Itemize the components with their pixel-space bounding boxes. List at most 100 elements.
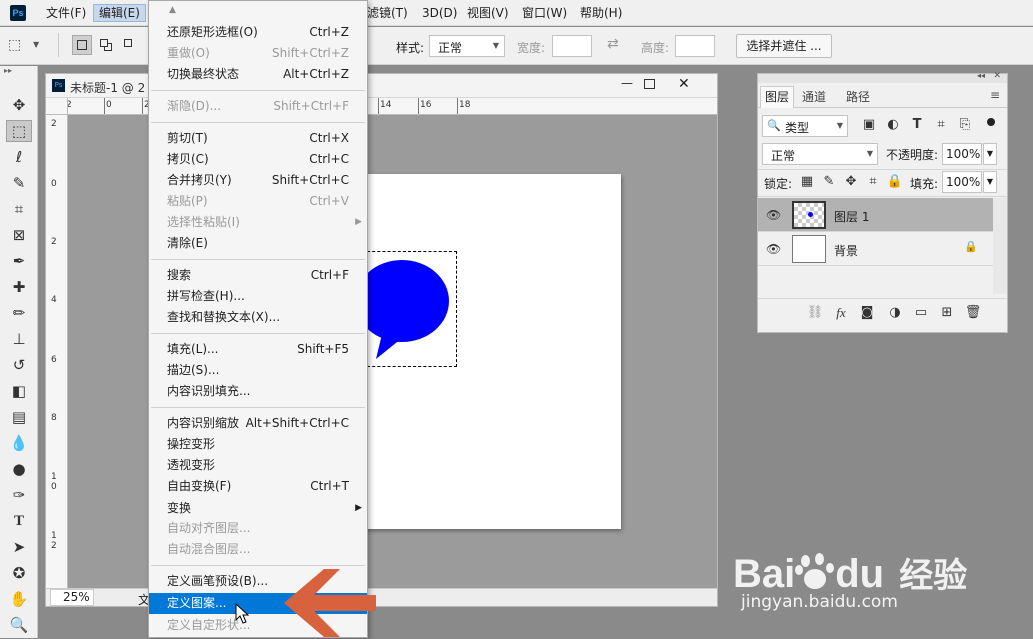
edit-menu-item[interactable]: 自动对齐图层... bbox=[149, 518, 367, 539]
blend-mode-select[interactable]: 正常 ▼ bbox=[762, 143, 878, 165]
width-field[interactable] bbox=[552, 35, 592, 57]
scrollbar[interactable] bbox=[993, 198, 1007, 294]
chevron-down-icon[interactable]: ▼ bbox=[33, 40, 39, 49]
lasso-tool-icon[interactable]: ℓ bbox=[6, 146, 32, 168]
layer-row-background[interactable]: 👁 背景 🔒 bbox=[758, 232, 993, 266]
delete-layer-icon[interactable]: 🗑 bbox=[964, 304, 982, 322]
filter-smart-object-icon[interactable]: ⎘ bbox=[956, 116, 974, 134]
menu-filter[interactable]: 滤镜(T) bbox=[362, 4, 413, 22]
zoom-level[interactable]: 25% bbox=[50, 589, 94, 606]
menu-3d[interactable]: 3D(D) bbox=[417, 4, 462, 22]
frame-tool-icon[interactable]: ⊠ bbox=[6, 224, 32, 246]
collapse-panel-icon[interactable]: ◂◂ bbox=[977, 71, 985, 80]
edit-menu-item[interactable]: 还原矩形选框(O) Ctrl+Z bbox=[149, 22, 367, 43]
stamp-tool-icon[interactable]: ⊥ bbox=[6, 328, 32, 350]
menu-window[interactable]: 窗口(W) bbox=[517, 4, 572, 22]
minimize-icon[interactable]: — bbox=[616, 76, 638, 90]
edit-menu-item[interactable]: 拷贝(C) Ctrl+C bbox=[149, 149, 367, 170]
edit-menu-item[interactable]: 操控变形 bbox=[149, 434, 367, 455]
pen-tool-icon[interactable]: ✑ bbox=[6, 484, 32, 506]
edit-menu-item[interactable]: 查找和替换文本(X)... bbox=[149, 307, 367, 328]
add-mask-icon[interactable]: ◙ bbox=[858, 304, 876, 322]
tab-paths[interactable]: 路径 bbox=[846, 88, 870, 105]
close-panel-icon[interactable]: ✕ bbox=[993, 71, 1001, 81]
collapse-icon[interactable]: ▸▸ bbox=[4, 66, 12, 75]
edit-menu-item[interactable]: 透视变形 bbox=[149, 455, 367, 476]
lock-position-icon[interactable]: ✥ bbox=[842, 173, 860, 191]
marquee-tool-icon[interactable]: ⬚ bbox=[6, 120, 32, 142]
visibility-eye-icon[interactable]: 👁 bbox=[766, 242, 781, 256]
edit-menu-item[interactable]: 自动混合图层... bbox=[149, 539, 367, 560]
custom-shape-tool-icon[interactable]: ✪ bbox=[6, 562, 32, 584]
edit-menu-item[interactable]: 拼写检查(H)... bbox=[149, 286, 367, 307]
add-selection-button[interactable] bbox=[96, 35, 116, 55]
subtract-selection-button[interactable] bbox=[120, 35, 140, 55]
edit-menu-item[interactable]: 渐隐(D)... Shift+Ctrl+F bbox=[149, 96, 367, 117]
new-selection-button[interactable] bbox=[72, 35, 92, 55]
edit-menu-item[interactable]: 自由变换(F) Ctrl+T bbox=[149, 476, 367, 497]
eyedropper-tool-icon[interactable]: ✒ bbox=[6, 250, 32, 272]
edit-menu-item[interactable]: 描边(S)... bbox=[149, 360, 367, 381]
blur-tool-icon[interactable]: 💧 bbox=[6, 432, 32, 454]
new-group-icon[interactable]: ▭ bbox=[912, 304, 930, 322]
eraser-tool-icon[interactable]: ◧ bbox=[6, 380, 32, 402]
tab-layers[interactable]: 图层 bbox=[760, 86, 794, 108]
layer-name[interactable]: 图层 1 bbox=[834, 208, 869, 225]
visibility-eye-icon[interactable]: 👁 bbox=[766, 208, 781, 222]
height-field[interactable] bbox=[675, 35, 715, 57]
edit-menu-item[interactable]: 切换最终状态 Alt+Ctrl+Z bbox=[149, 64, 367, 85]
dodge-tool-icon[interactable]: ● bbox=[6, 458, 32, 480]
edit-menu-item[interactable]: 清除(E) bbox=[149, 233, 367, 254]
lock-all-icon[interactable]: 🔒 bbox=[886, 173, 904, 191]
type-tool-icon[interactable]: T bbox=[6, 510, 32, 532]
scroll-up-icon[interactable]: ▲ bbox=[169, 5, 176, 15]
document-tab[interactable]: Ps 未标题-1 @ 2 — ✕ bbox=[46, 74, 717, 98]
filter-adjustment-icon[interactable]: ◐ bbox=[884, 116, 902, 134]
edit-menu-item[interactable]: 选择性粘贴(I) ▶ bbox=[149, 212, 367, 233]
brush-tool-icon[interactable]: ✏ bbox=[6, 302, 32, 324]
maximize-icon[interactable] bbox=[644, 79, 655, 89]
history-brush-tool-icon[interactable]: ↺ bbox=[6, 354, 32, 376]
style-select[interactable]: 正常 ▼ bbox=[429, 35, 505, 57]
edit-menu-item[interactable]: 内容识别缩放 Alt+Shift+Ctrl+C bbox=[149, 413, 367, 434]
lock-artboard-icon[interactable]: ⌗ bbox=[864, 173, 882, 191]
zoom-tool-icon[interactable]: 🔍 bbox=[6, 614, 32, 636]
edit-menu-item[interactable]: 填充(L)... Shift+F5 bbox=[149, 339, 367, 360]
filter-pixel-icon[interactable]: ▣ bbox=[860, 116, 878, 134]
edit-menu-item[interactable]: 剪切(T) Ctrl+X bbox=[149, 128, 367, 149]
lock-icon[interactable]: 🔒 bbox=[964, 240, 978, 253]
menu-file[interactable]: 文件(F) bbox=[41, 4, 91, 22]
layer-name[interactable]: 背景 bbox=[834, 242, 858, 259]
menu-edit[interactable]: 编辑(E) bbox=[93, 4, 146, 22]
fx-icon[interactable]: fx bbox=[832, 304, 850, 322]
menu-view[interactable]: 视图(V) bbox=[462, 4, 514, 22]
filter-type-icon[interactable]: T bbox=[908, 116, 926, 134]
healing-brush-tool-icon[interactable]: ✚ bbox=[6, 276, 32, 298]
close-icon[interactable]: ✕ bbox=[678, 76, 690, 92]
lock-transparent-icon[interactable]: ▦ bbox=[798, 173, 816, 191]
quick-select-tool-icon[interactable]: ✎ bbox=[6, 172, 32, 194]
filter-toggle-icon[interactable] bbox=[987, 118, 995, 126]
opacity-field[interactable]: 100% bbox=[942, 143, 982, 165]
path-select-tool-icon[interactable]: ➤ bbox=[6, 536, 32, 558]
fill-field[interactable]: 100% bbox=[942, 171, 982, 193]
select-and-mask-button[interactable]: 选择并遮住 ... bbox=[736, 34, 832, 58]
crop-tool-icon[interactable]: ⌗ bbox=[6, 198, 32, 220]
edit-menu-item[interactable]: 粘贴(P) Ctrl+V bbox=[149, 191, 367, 212]
edit-menu-item[interactable]: 合并拷贝(Y) Shift+Ctrl+C bbox=[149, 170, 367, 191]
menu-help[interactable]: 帮助(H) bbox=[575, 4, 627, 22]
panel-menu-icon[interactable]: ≡ bbox=[990, 88, 1000, 102]
move-tool-icon[interactable]: ✥ bbox=[6, 94, 32, 116]
fill-dropdown-icon[interactable]: ▼ bbox=[983, 171, 997, 193]
edit-menu-item[interactable]: 重做(O) Shift+Ctrl+Z bbox=[149, 43, 367, 64]
link-layers-icon[interactable]: ⛓ bbox=[806, 304, 824, 322]
adjustment-layer-icon[interactable]: ◑ bbox=[886, 304, 904, 322]
hand-tool-icon[interactable]: ✋ bbox=[6, 588, 32, 610]
marquee-preset-icon[interactable]: ⬚ bbox=[8, 37, 21, 53]
gradient-tool-icon[interactable]: ▤ bbox=[6, 406, 32, 428]
opacity-dropdown-icon[interactable]: ▼ bbox=[983, 143, 997, 165]
edit-menu-item[interactable]: 内容识别填充... bbox=[149, 381, 367, 402]
edit-menu-item[interactable]: 变换 ▶ bbox=[149, 498, 367, 519]
swap-icon[interactable]: ⇄ bbox=[607, 36, 619, 52]
filter-shape-icon[interactable]: ⌗ bbox=[932, 116, 950, 134]
